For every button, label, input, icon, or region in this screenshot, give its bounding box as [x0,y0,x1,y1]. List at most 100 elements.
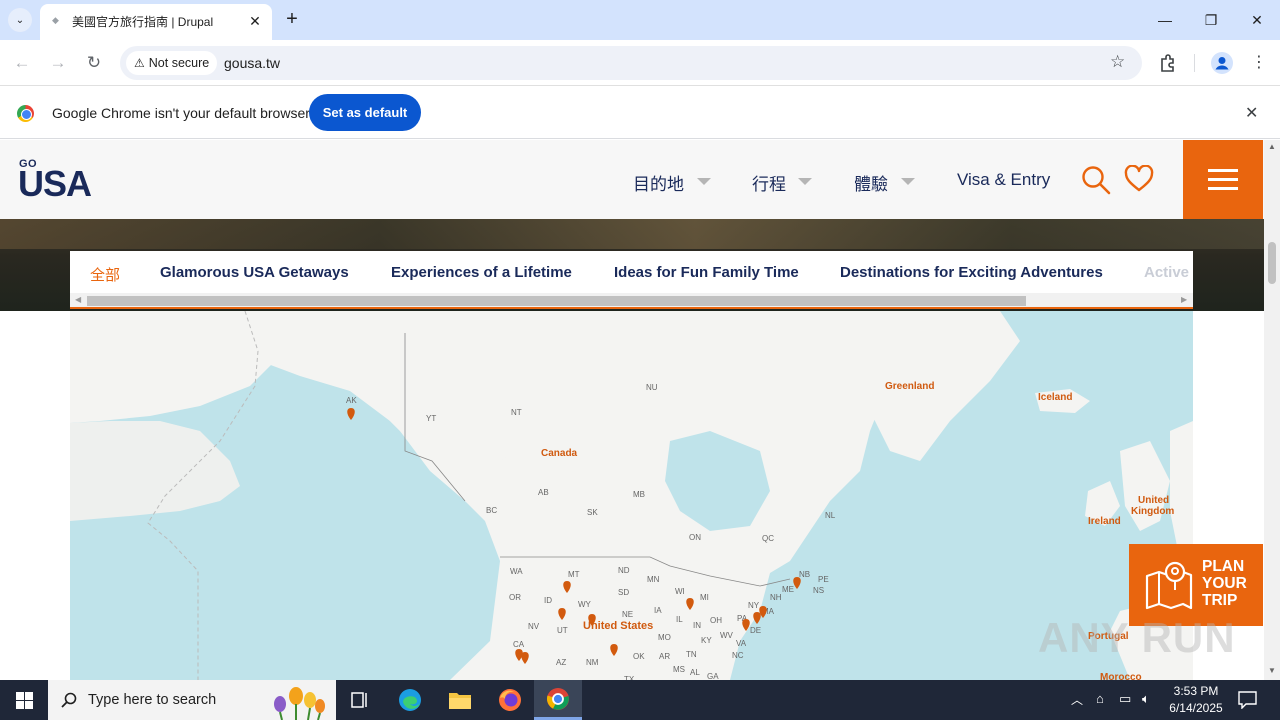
set-as-default-button[interactable]: Set as default [309,94,421,131]
search-icon[interactable] [1081,165,1111,195]
nav-itineraries[interactable]: 行程 [752,170,786,195]
chrome-menu-icon[interactable]: ⋮ [1247,51,1271,75]
volume-icon[interactable]: 🔈︎ [1142,691,1150,707]
hamburger-menu-icon[interactable] [1183,140,1263,219]
tulips-decoration-icon [274,687,325,720]
filter-tab-family[interactable]: Ideas for Fun Family Time [614,264,799,281]
map-region-label: QC [762,534,774,543]
logo-usa-text[interactable]: USA [18,163,92,205]
map-region-label: IL [676,615,683,624]
file-explorer-icon[interactable] [436,680,484,720]
map-region-label: NT [511,408,522,417]
profile-avatar-icon[interactable] [1211,52,1233,74]
destinations-map[interactable]: Canada United States Greenland Iceland I… [70,311,1193,680]
reload-icon[interactable]: ↻ [82,51,106,75]
map-region-label: NL [825,511,836,520]
map-region-label: MN [647,575,660,584]
map-region-label: UT [557,626,568,635]
chevron-down-icon[interactable] [697,178,711,185]
tab-close-icon[interactable]: ✕ [246,12,264,30]
address-bar[interactable]: ⚠ Not secure gousa.tw ☆ [120,46,1142,80]
restore-icon[interactable]: ❐ [1197,8,1225,32]
infobar-close-icon[interactable]: ✕ [1245,103,1258,123]
map-region-label: BC [486,506,498,515]
scroll-down-icon[interactable]: ▼ [1268,666,1276,675]
nav-visa-entry[interactable]: Visa & Entry [957,170,1050,190]
map-region-label: MI [700,593,709,602]
plan-trip-line: YOUR [1202,575,1247,592]
map-region-label: NU [646,383,658,392]
anyrun-watermark: ANY RUN [1038,614,1236,661]
map-region-label: NM [586,658,599,667]
map-label-greenland: Greenland [885,381,935,392]
favorites-heart-icon[interactable] [1124,165,1154,193]
map-region-label: SK [587,508,598,517]
chrome-taskbar-icon[interactable] [534,680,582,720]
network-icon[interactable]: ▭ [1119,691,1131,707]
map-region-label: YT [426,414,437,423]
filter-tab-adventures[interactable]: Destinations for Exciting Adventures [840,264,1103,281]
map-region-label: MA [762,607,774,616]
new-tab-plus-icon[interactable]: + [282,9,302,29]
browser-tab-active[interactable]: ◆ 美國官方旅行指南 | Drupal ✕ [40,4,272,40]
toolbar-divider [1194,54,1195,72]
extensions-puzzle-icon[interactable] [1158,53,1178,73]
map-region-label: WY [578,600,591,609]
map-region-label: DE [750,626,762,635]
taskbar-clock[interactable]: 3:53 PM 6/14/2025 [1164,683,1228,717]
map-region-label: NH [770,593,782,602]
windows-taskbar: Type here to search ︿ ⌂ ▭ 🔈︎ 3:53 PM 6/1… [0,680,1280,720]
firefox-icon[interactable] [486,680,534,720]
page-scroll-thumb[interactable] [1268,242,1276,284]
default-browser-infobar: Google Chrome isn't your default browser… [0,87,1280,139]
bookmark-star-icon[interactable]: ☆ [1110,52,1125,72]
map-region-label: ND [618,566,630,575]
filter-tab-all[interactable]: 全部 [90,264,120,285]
map-region-label: MT [568,570,580,579]
nav-destinations[interactable]: 目的地 [633,170,684,195]
map-region-label: NV [528,622,540,631]
window-close-icon[interactable]: ✕ [1243,8,1271,32]
forward-arrow-icon[interactable]: → [46,51,70,75]
show-hidden-icons-chevron-icon[interactable]: ︿ [1071,691,1083,708]
clock-time: 3:53 PM [1173,684,1219,698]
filter-tab-active[interactable]: Active [1144,264,1189,281]
filter-tab-glamorous[interactable]: Glamorous USA Getaways [160,264,349,281]
nav-experiences[interactable]: 體驗 [854,170,888,195]
taskbar-search-placeholder: Type here to search [88,692,217,708]
chevron-down-icon[interactable] [798,178,812,185]
taskbar-search-box[interactable]: Type here to search [48,680,336,720]
security-label: Not secure [148,56,210,70]
tab-search-chevron-icon[interactable]: ⌄ [8,8,32,32]
scroll-right-icon[interactable]: ▶ [1181,295,1187,304]
tab-title: 美國官方旅行指南 | Drupal [72,15,214,29]
minimize-icon[interactable]: — [1151,8,1179,32]
url-text[interactable]: gousa.tw [224,55,280,71]
map-label-ireland: Ireland [1088,516,1121,527]
map-label-uk-line2: Kingdom [1131,506,1175,517]
map-region-label: AR [659,652,671,661]
map-region-label: IA [654,606,662,615]
windows-start-icon[interactable] [0,680,48,720]
map-region-label: NY [748,601,760,610]
chevron-down-icon[interactable] [901,178,915,185]
map-region-label: AK [346,396,357,405]
map-region-label: MS [673,665,685,674]
map-region-label: CA [513,640,525,649]
filter-tab-experiences[interactable]: Experiences of a Lifetime [391,264,572,281]
scroll-left-icon[interactable]: ◀ [75,295,81,304]
edge-browser-icon[interactable] [386,680,434,720]
horizontal-scroll-thumb[interactable] [87,296,1026,306]
security-indicator[interactable]: ⚠ Not secure [126,51,218,75]
horizontal-scrollbar[interactable]: ◀ ▶ [70,293,1193,307]
page-vertical-scrollbar[interactable]: ▲ ▼ [1264,140,1280,680]
clock-date: 6/14/2025 [1169,701,1223,715]
map-region-label: VA [736,639,747,648]
back-arrow-icon[interactable]: ← [10,51,34,75]
action-center-notification-icon[interactable] [1238,691,1257,709]
plan-trip-label: PLAN YOUR TRIP [1202,558,1262,609]
scroll-up-icon[interactable]: ▲ [1268,142,1276,151]
task-view-icon[interactable] [336,680,384,720]
map-region-label: NB [799,570,811,579]
network-device-icon[interactable]: ⌂ [1096,691,1104,706]
